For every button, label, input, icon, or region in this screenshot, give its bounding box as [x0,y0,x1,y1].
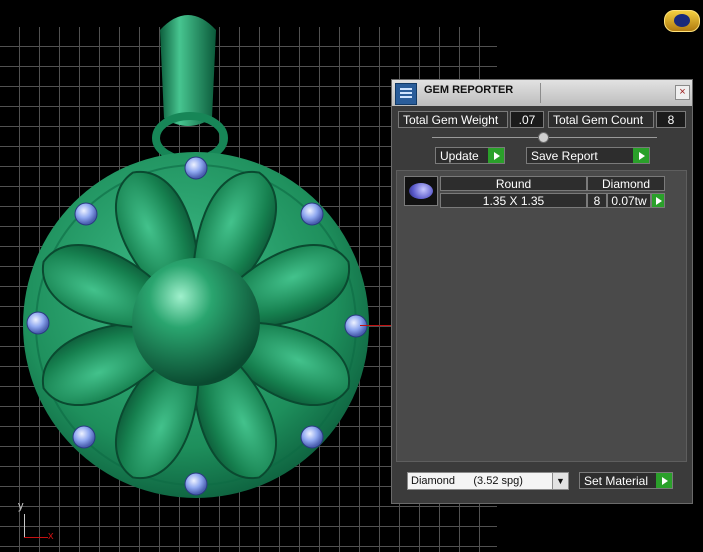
play-arrow-icon [656,473,672,488]
panel-title-bar[interactable]: GEM REPORTER × [392,80,692,106]
gem-report-list[interactable]: Round Diamond 1.35 X 1.35 8 0.07tw [396,170,687,462]
round-gem-icon [409,183,433,199]
gem-material-cell: Diamond [587,176,665,191]
gem-size-cell: 1.35 X 1.35 [440,193,587,208]
material-select[interactable]: Diamond (3.52 spg) ▼ [407,472,569,490]
axis-y-indicator [24,514,25,538]
gem-reporter-panel: GEM REPORTER × Total Gem Weight .07 Tota… [391,79,693,504]
set-material-button-label: Set Material [584,474,649,488]
total-gem-count-label: Total Gem Count [548,111,654,128]
save-report-button[interactable]: Save Report [526,147,650,164]
play-arrow-icon [488,148,504,163]
gem-thumbnail[interactable] [404,176,438,206]
update-button-label: Update [440,149,479,163]
total-gem-weight-value: .07 [510,111,544,128]
center-dome [132,258,260,386]
panel-splitter-handle[interactable] [538,132,549,143]
dropdown-arrow-icon[interactable]: ▼ [552,473,568,489]
pendant-bail [160,15,216,126]
panel-title: GEM REPORTER [424,84,514,96]
update-button[interactable]: Update [435,147,505,164]
close-icon[interactable]: × [675,85,690,100]
gem-reporter-icon [395,83,417,105]
title-divider [540,83,541,103]
total-gem-weight-label: Total Gem Weight [398,111,508,128]
row-play-arrow-icon[interactable] [651,193,665,208]
material-select-value: Diamond (3.52 spg) [411,475,523,487]
save-report-button-label: Save Report [531,149,598,163]
x-axis-line [360,325,395,326]
gem-weight-cell: 0.07tw [607,193,651,208]
axis-y-label: y [18,500,24,512]
axis-x-label: x [48,530,54,542]
play-arrow-icon [633,148,649,163]
axis-x-indicator [24,537,48,538]
set-material-button[interactable]: Set Material [579,472,673,489]
gem-shape-cell: Round [440,176,587,191]
total-gem-count-value: 8 [656,111,686,128]
app-logo-icon[interactable] [664,10,700,32]
gem-count-cell: 8 [587,193,607,208]
